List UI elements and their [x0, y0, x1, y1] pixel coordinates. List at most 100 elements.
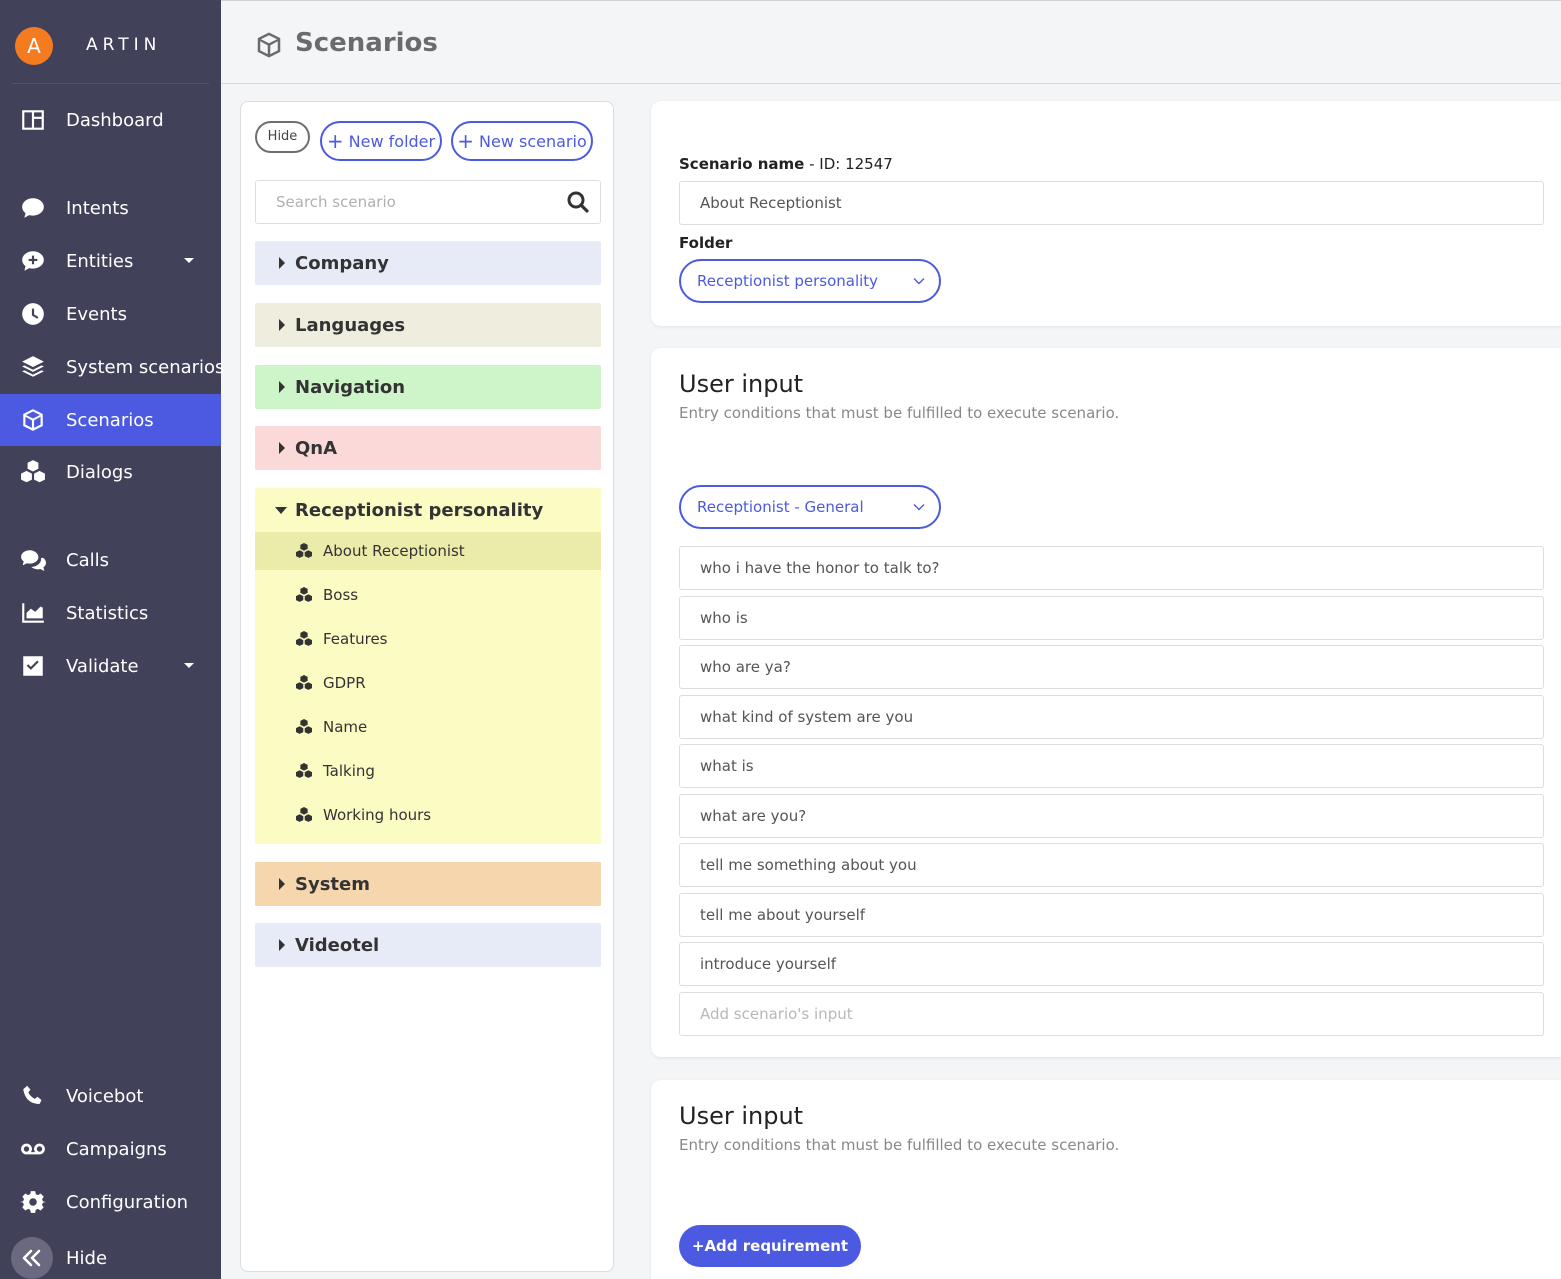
sidebar-item-voicebot[interactable]: Voicebot: [0, 1070, 221, 1122]
sidebar-item-label: System scenarios: [66, 356, 225, 378]
scenario-item[interactable]: About Receptionist: [255, 532, 601, 570]
caret-right-icon: [279, 319, 285, 331]
add-requirement-button[interactable]: +Add requirement: [679, 1225, 861, 1267]
scenario-name-label: Scenario name - ID: 12547: [679, 155, 893, 173]
caret-right-icon: [279, 381, 285, 393]
scenario-item[interactable]: Talking: [255, 752, 601, 790]
folder-label: Receptionist personality: [295, 499, 544, 521]
cubes-icon: [296, 631, 312, 646]
folder-receptionist-personality: Receptionist personality About Reception…: [255, 488, 601, 844]
sidebar-item-configuration[interactable]: Configuration: [0, 1176, 221, 1228]
folder-system[interactable]: System: [255, 862, 601, 906]
sidebar-item-label: Intents: [66, 197, 129, 219]
scenario-input-field[interactable]: who are ya?: [679, 645, 1544, 689]
folder-label: Videotel: [295, 934, 380, 956]
new-folder-label: New folder: [348, 131, 436, 151]
clock-icon: [19, 300, 47, 328]
scenario-item[interactable]: Boss: [255, 576, 601, 614]
sidebar-item-scenarios[interactable]: Scenarios: [0, 394, 221, 446]
folder-label: QnA: [295, 437, 338, 459]
scenario-name-label-text: Scenario name: [679, 155, 805, 173]
new-folder-button[interactable]: + New folder: [320, 121, 442, 161]
scenario-details-card: Scenario name - ID: 12547 About Receptio…: [651, 101, 1561, 326]
folder-navigation[interactable]: Navigation: [255, 365, 601, 409]
caret-right-icon: [279, 878, 285, 890]
folder-qna[interactable]: QnA: [255, 426, 601, 470]
hide-tree-button[interactable]: Hide: [255, 121, 310, 153]
folder-company[interactable]: Company: [255, 241, 601, 285]
cubes-icon: [296, 719, 312, 734]
scenario-item-label: Working hours: [323, 806, 432, 824]
sidebar-item-label: Hide: [66, 1247, 108, 1269]
search-icon[interactable]: [566, 190, 590, 214]
area-chart-icon: [19, 599, 47, 627]
sidebar-item-statistics[interactable]: Statistics: [0, 587, 221, 639]
cubes-icon: [296, 675, 312, 690]
scenario-input-field[interactable]: what is: [679, 744, 1544, 788]
scenario-input-field[interactable]: introduce yourself: [679, 942, 1544, 986]
requirements-title: User input: [679, 1102, 804, 1130]
scenario-input-field[interactable]: what are you?: [679, 794, 1544, 838]
intent-select[interactable]: Receptionist - General: [679, 485, 941, 529]
page-title: Scenarios: [295, 28, 438, 58]
sidebar-item-system-scenarios[interactable]: System scenarios: [0, 341, 225, 393]
folder-videotel[interactable]: Videotel: [255, 923, 601, 967]
scenario-input-field[interactable]: tell me about yourself: [679, 893, 1544, 937]
sidebar-item-dialogs[interactable]: Dialogs: [0, 446, 221, 498]
logo-text: ARTIN: [86, 35, 162, 55]
layers-icon: [19, 353, 47, 381]
scenario-input-field[interactable]: who is: [679, 596, 1544, 640]
scenario-item[interactable]: Name: [255, 708, 601, 746]
logo[interactable]: A ARTIN: [0, 0, 221, 84]
folder-label: Folder: [679, 234, 733, 252]
sidebar-item-validate[interactable]: Validate: [0, 640, 221, 692]
add-scenario-input-field[interactable]: Add scenario's input: [679, 992, 1544, 1036]
search-input[interactable]: [256, 181, 556, 223]
sidebar-item-label: Voicebot: [66, 1085, 144, 1107]
caret-right-icon: [279, 257, 285, 269]
plus-icon: +: [326, 129, 344, 153]
requirements-subtitle: Entry conditions that must be fulfilled …: [679, 1136, 1120, 1154]
scenario-item[interactable]: Working hours: [255, 796, 601, 834]
sidebar-item-dashboard[interactable]: Dashboard: [0, 94, 221, 146]
scenario-item[interactable]: GDPR: [255, 664, 601, 702]
chevron-down-icon: [913, 278, 925, 285]
user-input-card: User input Entry conditions that must be…: [651, 348, 1561, 1057]
chat-plus-icon: [19, 247, 47, 275]
sidebar-item-label: Configuration: [66, 1191, 189, 1213]
caret-down-icon: [184, 258, 194, 263]
scenario-input-field[interactable]: what kind of system are you: [679, 695, 1544, 739]
sidebar-item-intents[interactable]: Intents: [0, 182, 221, 234]
voicemail-icon: [19, 1135, 47, 1163]
checkbox-icon: [19, 652, 47, 680]
sidebar-item-entities[interactable]: Entities: [0, 235, 221, 287]
double-chevron-left-icon: [11, 1237, 53, 1279]
sidebar-item-campaigns[interactable]: Campaigns: [0, 1123, 221, 1175]
new-scenario-label: New scenario: [479, 131, 587, 151]
sidebar-item-label: Calls: [66, 549, 109, 571]
scenario-id: - ID: 12547: [804, 155, 893, 173]
scenario-item-label: Name: [323, 718, 368, 736]
sidebar-item-calls[interactable]: Calls: [0, 534, 221, 586]
folder-languages[interactable]: Languages: [255, 303, 601, 347]
sidebar-hide-toggle[interactable]: Hide: [0, 1232, 221, 1279]
caret-right-icon: [279, 442, 285, 454]
sidebar-item-label: Dashboard: [66, 109, 164, 131]
scenario-item[interactable]: Features: [255, 620, 601, 658]
cube-icon: [257, 32, 281, 58]
sidebar-item-events[interactable]: Events: [0, 288, 221, 340]
plus-icon: +: [457, 129, 475, 153]
scenario-item-label: Talking: [323, 762, 375, 780]
folder-header[interactable]: Receptionist personality: [255, 488, 601, 532]
scenario-input-field[interactable]: tell me something about you: [679, 843, 1544, 887]
scenario-input-field[interactable]: who i have the honor to talk to?: [679, 546, 1544, 590]
new-scenario-button[interactable]: + New scenario: [451, 121, 593, 161]
folder-select[interactable]: Receptionist personality: [679, 259, 941, 303]
user-input-subtitle: Entry conditions that must be fulfilled …: [679, 404, 1120, 422]
sidebar: A ARTIN Dashboard Intents Entities Event…: [0, 0, 225, 1279]
folder-label: Navigation: [295, 376, 406, 398]
dashboard-icon: [19, 106, 47, 134]
scenario-name-input[interactable]: About Receptionist: [679, 181, 1544, 225]
caret-down-icon: [275, 507, 287, 514]
cubes-icon: [296, 543, 312, 558]
